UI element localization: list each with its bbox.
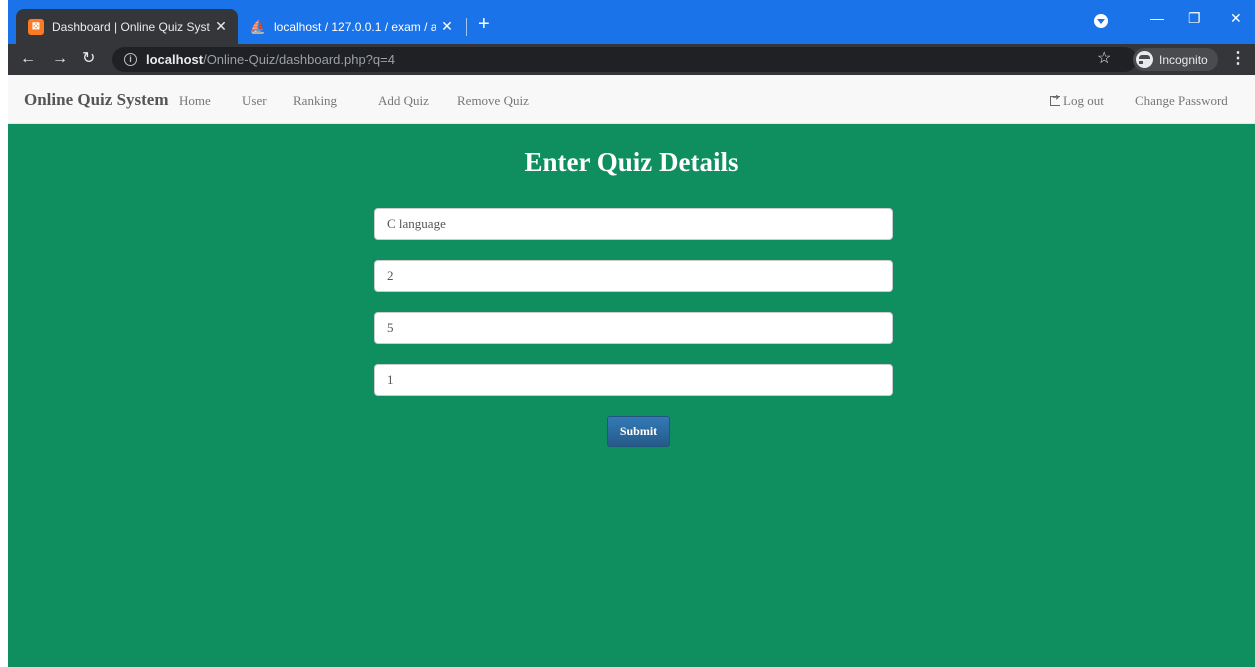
nav-home[interactable]: Home — [179, 93, 211, 109]
form-title: Enter Quiz Details — [524, 147, 739, 177]
tab-search-icon[interactable] — [1094, 14, 1108, 28]
reload-icon[interactable]: ↻ — [82, 48, 95, 70]
tab-divider — [466, 18, 467, 36]
logout-icon — [1050, 92, 1060, 106]
nav-ranking[interactable]: Ranking — [293, 93, 337, 109]
nav-user[interactable]: User — [242, 93, 267, 109]
tab-strip: ⊠ Dashboard | Online Quiz System ✕ ⛵ loc… — [8, 0, 1255, 44]
tab-dashboard[interactable]: ⊠ Dashboard | Online Quiz System ✕ — [16, 9, 238, 44]
change-password-link[interactable]: Change Password — [1135, 93, 1228, 109]
site-navbar: Online Quiz System Home User Ranking Add… — [8, 75, 1255, 124]
right-marks-input[interactable] — [374, 312, 893, 344]
browser-toolbar: ← → ↻ i localhost/Online-Quiz/dashboard.… — [8, 44, 1255, 75]
close-icon[interactable]: ✕ — [436, 18, 458, 35]
total-questions-input[interactable] — [374, 260, 893, 292]
quiz-name-input[interactable] — [374, 208, 893, 240]
url-host: localhost — [146, 52, 204, 67]
wrong-marks-input[interactable] — [374, 364, 893, 396]
site-brand[interactable]: Online Quiz System — [24, 90, 169, 110]
close-icon[interactable]: ✕ — [210, 18, 232, 35]
tab-phpmyadmin[interactable]: ⛵ localhost / 127.0.0.1 / exam / adr ✕ — [240, 9, 464, 44]
browser-window: ⊠ Dashboard | Online Quiz System ✕ ⛵ loc… — [8, 0, 1255, 667]
address-bar[interactable]: i localhost/Online-Quiz/dashboard.php?q=… — [112, 47, 1137, 72]
logout-label: Log out — [1063, 93, 1104, 108]
bookmark-star-icon[interactable]: ☆ — [1097, 48, 1111, 68]
minimize-icon[interactable]: — — [1150, 10, 1164, 26]
back-icon[interactable]: ← — [20, 48, 36, 70]
close-window-icon[interactable]: ✕ — [1230, 10, 1242, 27]
tab-title: Dashboard | Online Quiz System — [52, 19, 210, 34]
submit-button[interactable]: Submit — [607, 416, 670, 447]
nav-add-quiz[interactable]: Add Quiz — [378, 93, 429, 109]
menu-icon[interactable]: ⋮ — [1230, 48, 1246, 68]
logout-link[interactable]: Log out — [1050, 92, 1104, 109]
url-path: /Online-Quiz/dashboard.php?q=4 — [203, 52, 395, 67]
phpmyadmin-icon: ⛵ — [249, 18, 267, 34]
incognito-icon — [1136, 51, 1158, 68]
new-tab-icon[interactable]: + — [478, 14, 490, 34]
url-text: localhost/Online-Quiz/dashboard.php?q=4 — [146, 52, 395, 67]
tab-title: localhost / 127.0.0.1 / exam / adr — [274, 19, 436, 34]
forward-icon[interactable]: → — [52, 48, 68, 70]
page-content: Online Quiz System Home User Ranking Add… — [8, 75, 1255, 667]
info-icon[interactable]: i — [124, 53, 137, 66]
restore-icon[interactable]: ❐ — [1188, 10, 1201, 27]
xampp-icon: ⊠ — [28, 18, 44, 35]
incognito-label: Incognito — [1159, 52, 1208, 67]
nav-remove-quiz[interactable]: Remove Quiz — [457, 93, 529, 109]
incognito-badge[interactable]: Incognito — [1133, 48, 1218, 71]
